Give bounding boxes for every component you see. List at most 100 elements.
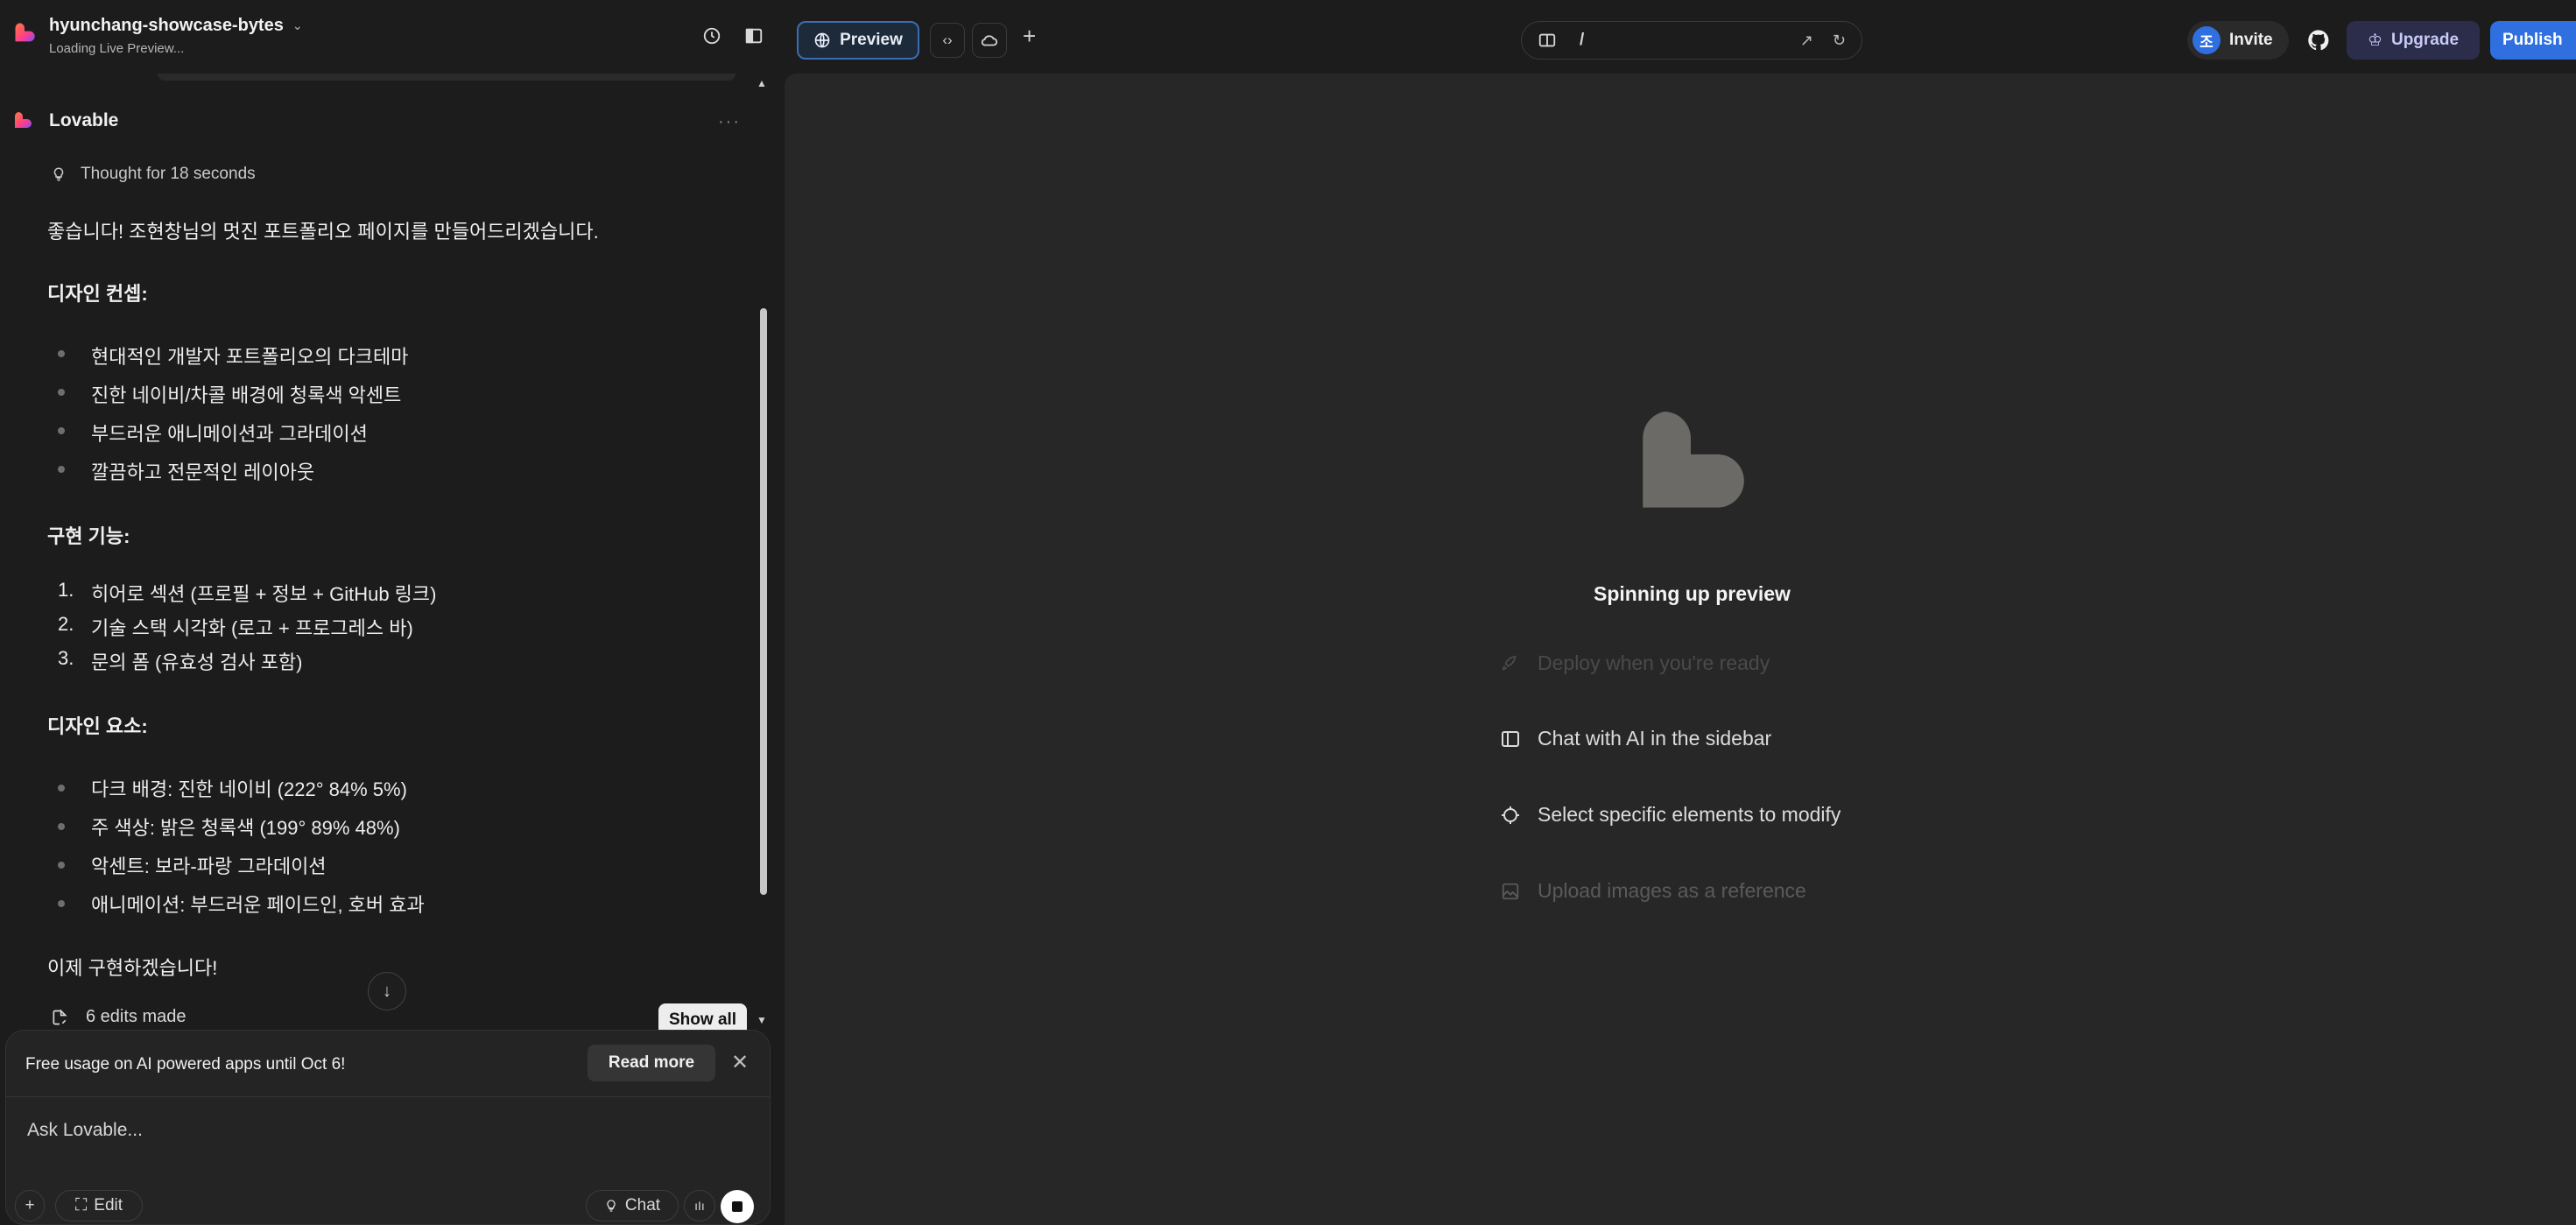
chat-mode-label: Chat bbox=[624, 1196, 661, 1214]
list-item: 다크 배경: 진한 네이비 (222° 84% 5%) bbox=[91, 778, 407, 800]
stop-icon bbox=[732, 1201, 743, 1212]
project-switcher[interactable]: hyunchang-showcase-bytes ⌄ Loading Live … bbox=[12, 16, 303, 56]
chat-scrollbar[interactable] bbox=[760, 308, 767, 895]
bullet bbox=[58, 389, 65, 396]
read-more-button[interactable]: Read more bbox=[588, 1045, 715, 1081]
preview-loading-title: Spinning up preview bbox=[1594, 582, 1791, 605]
history-icon[interactable] bbox=[700, 25, 723, 47]
preview-tab[interactable]: Preview bbox=[797, 21, 919, 60]
edit-mode-label: Edit bbox=[94, 1196, 123, 1214]
project-name: hyunchang-showcase-bytes bbox=[49, 16, 284, 35]
list-item: 애니메이션: 부드러운 페이드인, 호버 효과 bbox=[91, 894, 425, 916]
list-number: 1. bbox=[58, 579, 74, 601]
message-intro: 좋습니다! 조현창님의 멋진 포트폴리오 페이지를 만들어드리겠습니다. bbox=[47, 221, 599, 243]
publish-button[interactable]: Publish bbox=[2490, 21, 2576, 60]
section-heading: 디자인 요소: bbox=[47, 715, 148, 737]
avatar: 조 bbox=[2192, 26, 2221, 54]
list-item: 현대적인 개발자 포트폴리오의 다크테마 bbox=[91, 346, 409, 368]
bullet bbox=[58, 900, 65, 907]
promo-notice: Free usage on AI powered apps until Oct … bbox=[6, 1031, 770, 1097]
invite-button[interactable]: 조 Invite bbox=[2187, 21, 2289, 60]
tip-text: Chat with AI in the sidebar bbox=[1538, 727, 1772, 750]
image-icon bbox=[1499, 880, 1522, 903]
tip-select: Select specific elements to modify bbox=[1499, 803, 1841, 827]
upgrade-label: Upgrade bbox=[2390, 31, 2460, 49]
plus-icon[interactable]: + bbox=[1023, 25, 1036, 47]
tip-text: Deploy when you're ready bbox=[1538, 651, 1770, 674]
chat-mode-button[interactable]: Chat bbox=[586, 1190, 679, 1221]
file-edit-icon bbox=[53, 1008, 67, 1024]
publish-label: Publish bbox=[2502, 31, 2563, 49]
promo-notice-text: Free usage on AI powered apps until Oct … bbox=[25, 1055, 346, 1074]
refresh-icon[interactable]: ↻ bbox=[1833, 32, 1846, 50]
open-external-icon[interactable]: ↗ bbox=[1800, 32, 1813, 50]
cloud-icon bbox=[981, 35, 998, 46]
voice-button[interactable]: ıIı bbox=[684, 1190, 715, 1221]
sidebar-toggle-icon[interactable] bbox=[743, 25, 765, 47]
list-item: 악센트: 보라-파랑 그라데이션 bbox=[91, 855, 327, 877]
attach-button[interactable]: + bbox=[15, 1190, 45, 1221]
select-element-icon: ⛶ bbox=[74, 1196, 88, 1214]
bullet bbox=[58, 785, 65, 792]
edit-mode-button[interactable]: ⛶ Edit bbox=[55, 1190, 143, 1221]
list-item: 문의 폼 (유효성 검사 포함) bbox=[91, 651, 303, 673]
bullet bbox=[58, 862, 65, 869]
lightbulb-icon bbox=[607, 1200, 616, 1212]
list-item: 부드러운 애니메이션과 그라데이션 bbox=[91, 423, 368, 445]
list-item: 깔끔하고 전문적인 레이아웃 bbox=[91, 461, 315, 483]
list-item: 히어로 섹션 (프로필 + 정보 + GitHub 링크) bbox=[91, 583, 437, 605]
section-heading: 구현 기능: bbox=[47, 525, 130, 547]
tip-text: Upload images as a reference bbox=[1538, 879, 1806, 902]
tip-text: Select specific elements to modify bbox=[1538, 803, 1841, 826]
bullet bbox=[58, 466, 65, 473]
composer: Free usage on AI powered apps until Oct … bbox=[5, 1030, 771, 1225]
section-heading: 디자인 컨셉: bbox=[47, 283, 148, 305]
list-number: 3. bbox=[58, 647, 74, 669]
thought-text: Thought for 18 seconds bbox=[81, 165, 256, 183]
github-icon[interactable] bbox=[2306, 28, 2331, 53]
scroll-down-arrow-icon[interactable]: ▼ bbox=[757, 1014, 767, 1026]
list-number: 2. bbox=[58, 613, 74, 635]
sender-name: Lovable bbox=[49, 110, 119, 130]
tip-deploy: Deploy when you're ready bbox=[1499, 651, 1770, 675]
invite-label: Invite bbox=[2229, 31, 2273, 49]
upgrade-button[interactable]: ♔ Upgrade bbox=[2347, 21, 2480, 60]
close-icon[interactable]: ✕ bbox=[731, 1050, 749, 1075]
message-outro: 이제 구현하겠습니다! bbox=[47, 957, 218, 979]
arrow-down-icon: ↓ bbox=[383, 981, 391, 1001]
url-bar[interactable]: / ↗ ↻ bbox=[1521, 21, 1862, 60]
edits-count: 6 edits made bbox=[86, 1007, 187, 1026]
scroll-up-arrow-icon[interactable]: ▲ bbox=[757, 77, 767, 89]
sidebar-icon bbox=[1499, 728, 1522, 750]
more-options-icon[interactable]: ··· bbox=[718, 112, 741, 132]
lovable-logo-icon bbox=[15, 23, 35, 42]
audio-wave-icon: ıIı bbox=[694, 1199, 705, 1213]
chat-input[interactable]: Ask Lovable... bbox=[27, 1120, 143, 1141]
lightbulb-icon bbox=[53, 167, 64, 181]
browser-icon bbox=[1538, 33, 1556, 47]
stop-button[interactable] bbox=[721, 1190, 754, 1223]
tip-upload: Upload images as a reference bbox=[1499, 879, 1806, 903]
globe-icon bbox=[814, 32, 830, 48]
edits-summary: 6 edits made bbox=[51, 1007, 187, 1027]
code-view-button[interactable]: ‹› bbox=[930, 23, 965, 58]
tip-chat: Chat with AI in the sidebar bbox=[1499, 727, 1771, 750]
scroll-to-bottom-button[interactable]: ↓ bbox=[368, 972, 406, 1010]
thought-indicator[interactable]: Thought for 18 seconds bbox=[51, 165, 256, 184]
app-window: hyunchang-showcase-bytes ⌄ Loading Live … bbox=[0, 0, 2576, 1225]
bullet bbox=[58, 350, 65, 357]
list-item: 주 색상: 밝은 청록색 (199° 89% 48%) bbox=[91, 817, 400, 839]
cloud-button[interactable] bbox=[972, 23, 1007, 58]
top-bar: hyunchang-showcase-bytes ⌄ Loading Live … bbox=[0, 0, 2576, 74]
rocket-icon bbox=[1499, 652, 1522, 675]
previous-message-edge bbox=[158, 74, 735, 81]
preview-status-text: Loading Live Preview... bbox=[49, 41, 185, 56]
crosshair-icon bbox=[1499, 804, 1522, 827]
lovable-logo-icon bbox=[1643, 412, 1744, 508]
lovable-logo-icon bbox=[14, 112, 32, 128]
crown-icon: ♔ bbox=[2367, 31, 2382, 50]
bullet bbox=[58, 823, 65, 830]
bullet bbox=[58, 427, 65, 434]
preview-pane bbox=[785, 74, 2576, 1225]
code-icon: ‹› bbox=[942, 32, 953, 48]
